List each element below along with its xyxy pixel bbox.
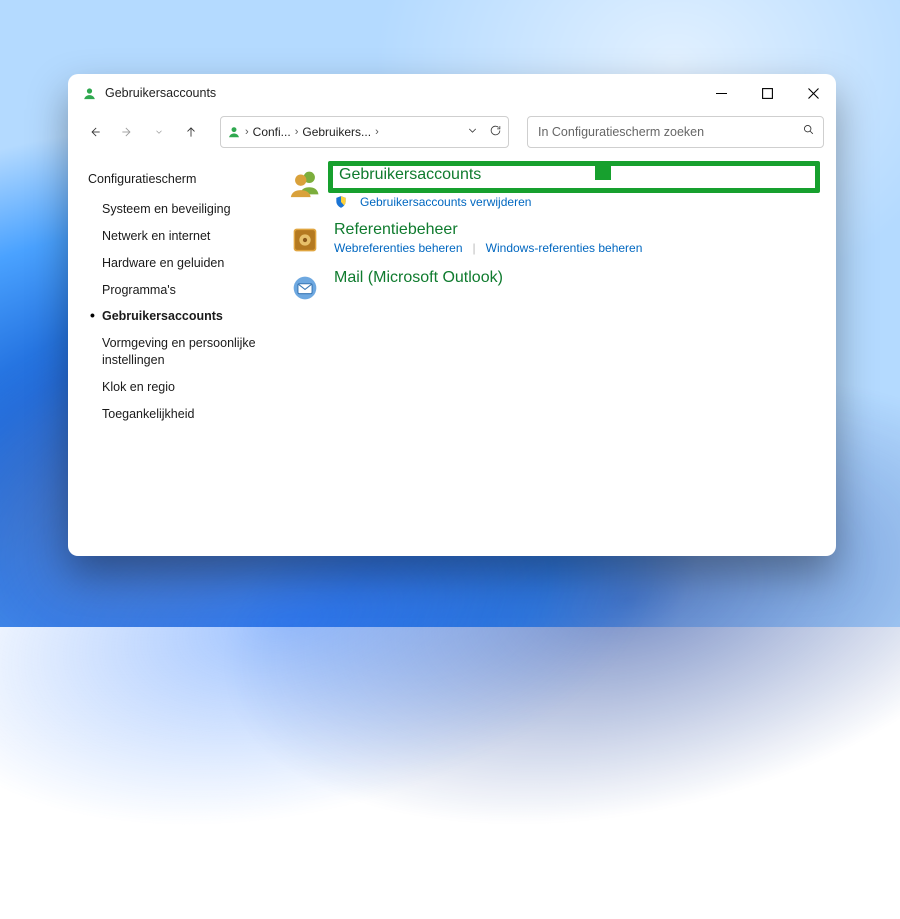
chevron-right-icon: ›: [293, 126, 301, 138]
category-title[interactable]: Gebruikersaccounts: [339, 166, 481, 184]
sidebar-item-accessibility[interactable]: Toegankelijkheid: [96, 401, 274, 428]
window-title: Gebruikersaccounts: [105, 86, 216, 100]
sidebar-item-system-security[interactable]: Systeem en beveiliging: [96, 196, 274, 223]
sidebar-list: Systeem en beveiliging Netwerk en intern…: [82, 196, 274, 428]
forward-button[interactable]: [114, 117, 140, 147]
category-title[interactable]: Referentiebeheer: [334, 221, 458, 239]
titlebar: Gebruikersaccounts: [68, 74, 836, 112]
sidebar: Configuratiescherm Systeem en beveiligin…: [68, 152, 280, 556]
navigation-toolbar: › Confi... › Gebruikers... ›: [68, 112, 836, 152]
user-accounts-icon: [82, 86, 97, 101]
sidebar-item-hardware-sound[interactable]: Hardware en geluiden: [96, 250, 274, 277]
main-content: Gebruikersaccounts Gebruikersaccounts ve…: [280, 152, 836, 556]
up-button[interactable]: [178, 117, 204, 147]
category-credential-manager: Referentiebeheer Webreferenties beheren …: [288, 221, 820, 257]
task-link-windows-credentials[interactable]: Windows-referenties beheren: [486, 241, 643, 255]
chevron-right-icon: ›: [243, 126, 251, 138]
search-box[interactable]: [527, 116, 824, 148]
minimize-button[interactable]: [698, 77, 744, 109]
breadcrumb-segment[interactable]: Confi...: [253, 125, 291, 139]
task-link-web-credentials[interactable]: Webreferenties beheren: [334, 241, 463, 255]
highlight-annotation: Gebruikersaccounts: [328, 161, 820, 193]
sidebar-item-network-internet[interactable]: Netwerk en internet: [96, 223, 274, 250]
address-bar[interactable]: › Confi... › Gebruikers... ›: [220, 116, 509, 148]
mail-icon: [288, 271, 322, 305]
uac-shield-icon: [334, 195, 348, 209]
control-panel-window: Gebruikersaccounts: [68, 74, 836, 556]
chevron-down-icon[interactable]: [466, 124, 479, 140]
close-button[interactable]: [790, 77, 836, 109]
refresh-icon[interactable]: [489, 124, 502, 140]
sidebar-item-programs[interactable]: Programma's: [96, 277, 274, 304]
chevron-right-icon: ›: [373, 126, 381, 138]
sidebar-heading[interactable]: Configuratiescherm: [82, 166, 274, 196]
task-link-remove-accounts[interactable]: Gebruikersaccounts verwijderen: [360, 195, 531, 209]
breadcrumb-segment[interactable]: Gebruikers...: [302, 125, 371, 139]
users-icon: [288, 166, 322, 200]
recent-locations-button[interactable]: [146, 117, 172, 147]
sidebar-item-appearance[interactable]: Vormgeving en persoonlijke instellingen: [96, 330, 274, 374]
user-accounts-icon: [227, 125, 241, 139]
maximize-button[interactable]: [744, 77, 790, 109]
category-title[interactable]: Mail (Microsoft Outlook): [334, 269, 503, 287]
sidebar-item-user-accounts[interactable]: Gebruikersaccounts: [96, 303, 274, 330]
titlebar-left: Gebruikersaccounts: [68, 86, 216, 101]
category-user-accounts: Gebruikersaccounts Gebruikersaccounts ve…: [288, 164, 820, 209]
safe-icon: [288, 223, 322, 257]
highlight-annotation-square: [595, 164, 611, 180]
category-mail: Mail (Microsoft Outlook): [288, 269, 820, 305]
window-controls: [698, 77, 836, 109]
window-body: Configuratiescherm Systeem en beveiligin…: [68, 152, 836, 556]
search-icon: [802, 123, 815, 141]
search-input[interactable]: [536, 124, 802, 140]
sidebar-item-clock-region[interactable]: Klok en regio: [96, 374, 274, 401]
back-button[interactable]: [82, 117, 108, 147]
